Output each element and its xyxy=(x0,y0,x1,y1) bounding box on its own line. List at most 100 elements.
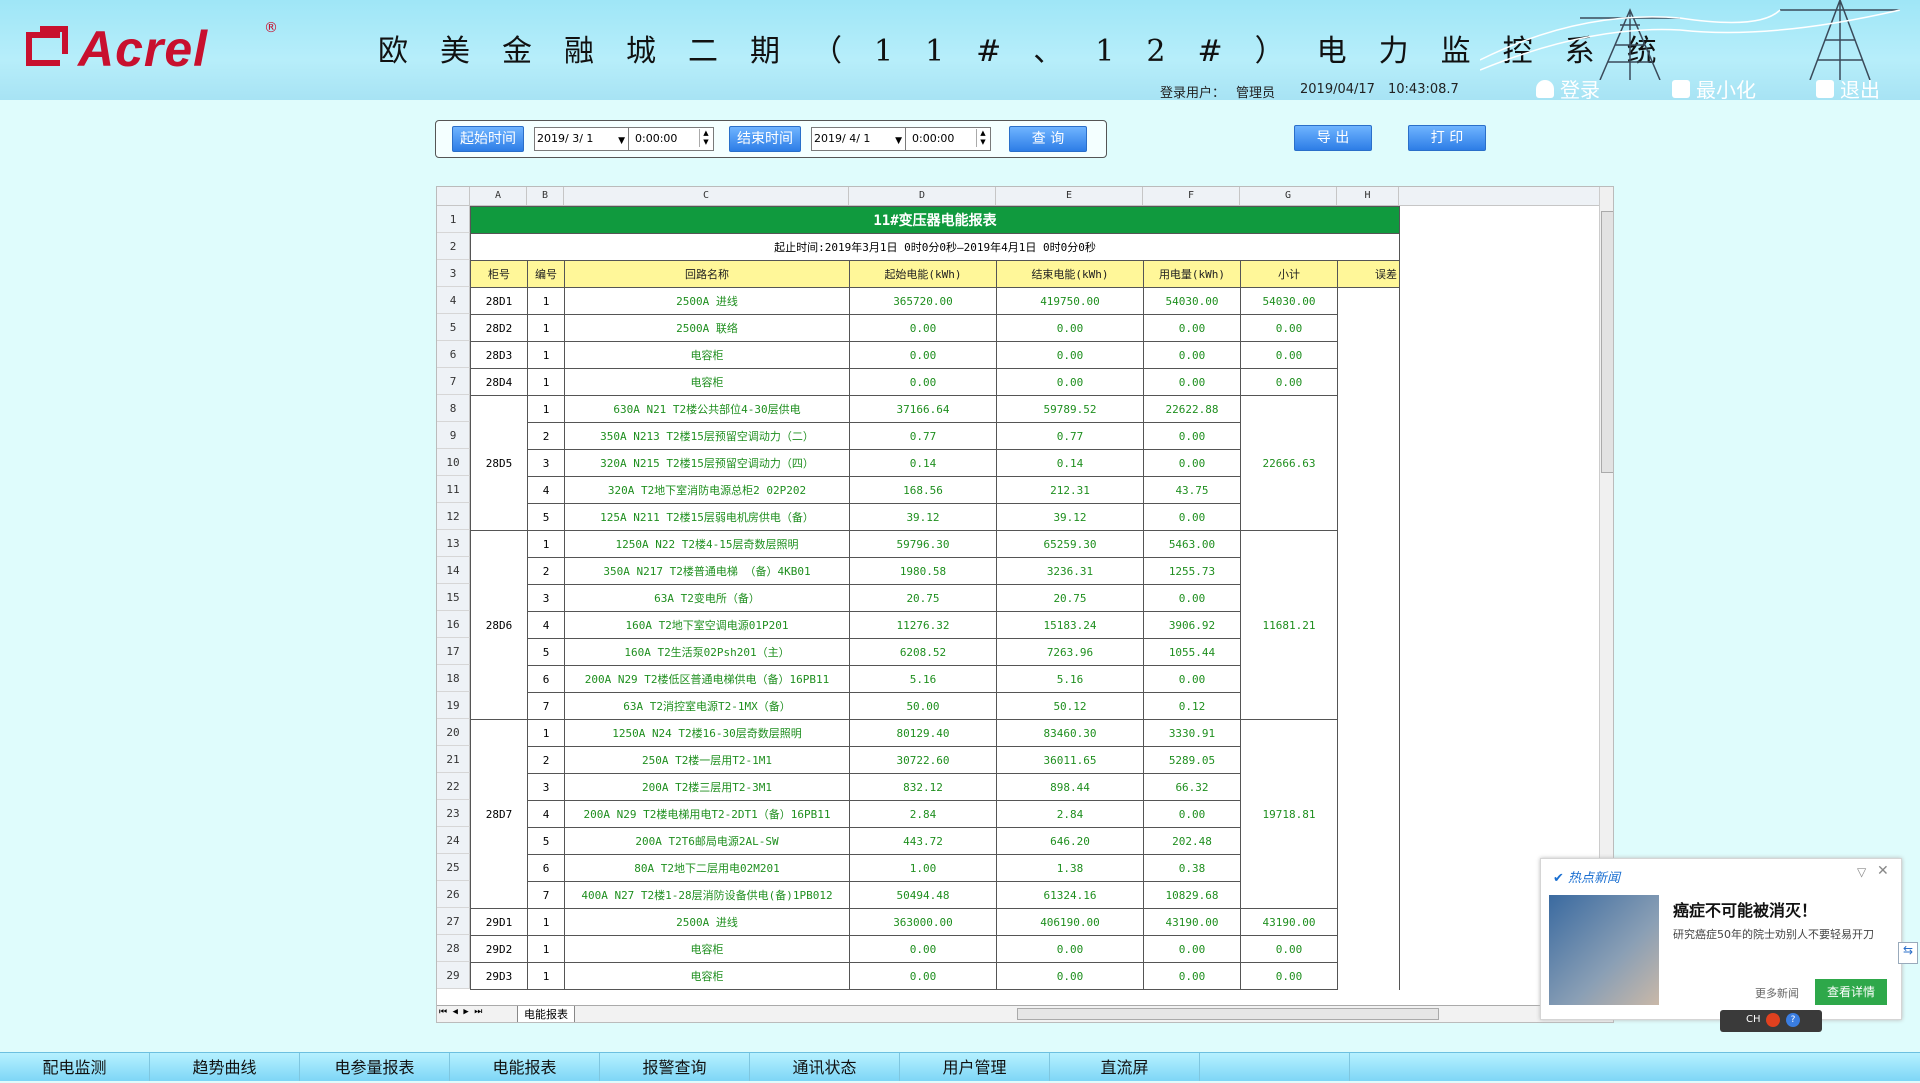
circuit-name[interactable]: 2500A 进线 xyxy=(564,287,850,315)
start-energy[interactable]: 0.14 xyxy=(849,449,997,477)
circuit-number[interactable]: 2 xyxy=(527,422,565,450)
circuit-number[interactable]: 3 xyxy=(527,773,565,801)
start-energy[interactable]: 37166.64 xyxy=(849,395,997,423)
circuit-number[interactable]: 1 xyxy=(527,530,565,558)
circuit-name[interactable]: 160A T2地下室空调电源01P201 xyxy=(564,611,850,639)
column-title[interactable]: 回路名称 xyxy=(564,260,850,288)
row-number[interactable]: 13 xyxy=(437,530,470,557)
column-title[interactable]: 柜号 xyxy=(470,260,528,288)
energy-usage[interactable]: 1055.44 xyxy=(1143,638,1241,666)
news-popup[interactable]: ✔ 热点新闻 ▽ ✕ 癌症不可能被消灭！ 研究癌症50年的院士劝别人不要轻易开刀… xyxy=(1540,858,1902,1020)
end-energy[interactable]: 2.84 xyxy=(996,800,1144,828)
end-energy[interactable]: 15183.24 xyxy=(996,611,1144,639)
circuit-number[interactable]: 5 xyxy=(527,638,565,666)
energy-usage[interactable]: 0.00 xyxy=(1143,503,1241,531)
start-energy[interactable]: 80129.40 xyxy=(849,719,997,747)
end-energy[interactable]: 20.75 xyxy=(996,584,1144,612)
period-row[interactable]: 起止时间:2019年3月1日 0时0分0秒—2019年4月1日 0时0分0秒 xyxy=(470,233,1400,261)
cabinet-id[interactable]: 28D7 xyxy=(470,719,528,909)
start-energy[interactable]: 0.00 xyxy=(849,962,997,990)
circuit-name[interactable]: 80A T2地下二层用电02M201 xyxy=(564,854,850,882)
table-row[interactable]: 29D1 1 2500A 进线 363000.00 406190.00 43190.00 4… xyxy=(470,908,1400,936)
column-title[interactable]: 误差 xyxy=(1337,260,1400,288)
end-energy[interactable]: 0.00 xyxy=(996,935,1144,963)
nav-item[interactable]: 配电监测 xyxy=(0,1053,150,1081)
error-cell[interactable] xyxy=(1337,287,1400,990)
row-number[interactable]: 21 xyxy=(437,746,470,773)
circuit-number[interactable]: 2 xyxy=(527,746,565,774)
row-number[interactable]: 14 xyxy=(437,557,470,584)
row-number[interactable]: 18 xyxy=(437,665,470,692)
circuit-number[interactable]: 1 xyxy=(527,314,565,342)
view-details-button[interactable]: 查看详情 xyxy=(1815,979,1887,1005)
exit-button[interactable]: 退出 xyxy=(1816,74,1880,100)
cabinet-id[interactable]: 28D3 xyxy=(470,341,528,369)
circuit-number[interactable]: 1 xyxy=(527,935,565,963)
ime-lang[interactable]: CH xyxy=(1746,1014,1761,1025)
subtotal[interactable]: 43190.00 xyxy=(1240,908,1338,936)
circuit-name[interactable]: 200A T2楼三层用T2-3M1 xyxy=(564,773,850,801)
circuit-name[interactable]: 1250A N22 T2楼4-15层奇数层照明 xyxy=(564,530,850,558)
end-date-picker[interactable]: 2019/ 4/ 1 ▼ xyxy=(811,127,907,151)
circuit-number[interactable]: 4 xyxy=(527,476,565,504)
row-number[interactable]: 24 xyxy=(437,827,470,854)
circuit-name[interactable]: 125A N211 T2楼15层弱电机房供电（备） xyxy=(564,503,850,531)
circuit-number[interactable]: 3 xyxy=(527,449,565,477)
row-number[interactable]: 16 xyxy=(437,611,470,638)
sheet-nav-icons[interactable]: ⏮ ◀ ▶ ⏭ xyxy=(439,1007,482,1017)
column-header[interactable]: D xyxy=(849,187,996,205)
start-energy[interactable]: 59796.30 xyxy=(849,530,997,558)
header-row[interactable]: 柜号 编号 回路名称 起始电能(kWh) 结束电能(kWh) 用电量(kWh) 小计 误差 xyxy=(470,260,1400,288)
end-energy[interactable]: 646.20 xyxy=(996,827,1144,855)
start-energy[interactable]: 0.77 xyxy=(849,422,997,450)
report-title[interactable]: 11#变压器电能报表 xyxy=(470,206,1400,234)
circuit-number[interactable]: 4 xyxy=(527,611,565,639)
circuit-name[interactable]: 200A T2T6邮局电源2AL-SW xyxy=(564,827,850,855)
row-number[interactable]: 2 xyxy=(437,233,470,260)
circuit-name[interactable]: 350A N217 T2楼普通电梯 （备）4KB01 xyxy=(564,557,850,585)
circuit-name[interactable]: 2500A 联络 xyxy=(564,314,850,342)
scroll-thumb[interactable] xyxy=(1601,211,1613,473)
circuit-number[interactable]: 4 xyxy=(527,800,565,828)
circuit-name[interactable]: 2500A 进线 xyxy=(564,908,850,936)
column-header[interactable]: A xyxy=(470,187,527,205)
table-row[interactable]: 28D7 1 1250A N24 T2楼16-30层奇数层照明 80129.40 834… xyxy=(470,719,1400,909)
row-number[interactable]: 12 xyxy=(437,503,470,530)
spin-arrows-icon[interactable]: ▲ ▼ xyxy=(976,129,989,147)
start-energy[interactable]: 0.00 xyxy=(849,368,997,396)
start-energy[interactable]: 2.84 xyxy=(849,800,997,828)
circuit-name[interactable]: 250A T2楼一层用T2-1M1 xyxy=(564,746,850,774)
end-energy[interactable]: 59789.52 xyxy=(996,395,1144,423)
end-energy[interactable]: 0.00 xyxy=(996,962,1144,990)
energy-usage[interactable]: 22622.88 xyxy=(1143,395,1241,423)
cabinet-id[interactable]: 29D1 xyxy=(470,908,528,936)
table-row[interactable]: 29D3 1 电容柜 0.00 0.00 0.00 0.00 xyxy=(470,962,1400,990)
start-energy[interactable]: 1980.58 xyxy=(849,557,997,585)
row-number[interactable]: 26 xyxy=(437,881,470,908)
export-button[interactable]: 导 出 xyxy=(1294,125,1372,151)
start-energy[interactable]: 20.75 xyxy=(849,584,997,612)
energy-usage[interactable]: 0.38 xyxy=(1143,854,1241,882)
end-energy[interactable]: 0.00 xyxy=(996,368,1144,396)
row-number[interactable]: 6 xyxy=(437,341,470,368)
subtotal[interactable]: 0.00 xyxy=(1240,935,1338,963)
more-news-link[interactable]: 更多新闻 xyxy=(1755,985,1799,1001)
row-number[interactable]: 9 xyxy=(437,422,470,449)
end-energy[interactable]: 0.14 xyxy=(996,449,1144,477)
column-header[interactable]: E xyxy=(996,187,1143,205)
cabinet-id[interactable]: 29D2 xyxy=(470,935,528,963)
energy-usage[interactable]: 43190.00 xyxy=(1143,908,1241,936)
row-number[interactable]: 29 xyxy=(437,962,470,989)
end-energy[interactable]: 61324.16 xyxy=(996,881,1144,909)
start-energy[interactable]: 1.00 xyxy=(849,854,997,882)
table-row[interactable]: 28D2 1 2500A 联络 0.00 0.00 0.00 0.00 xyxy=(470,314,1400,342)
end-energy[interactable]: 50.12 xyxy=(996,692,1144,720)
row-number[interactable]: 1 xyxy=(437,206,470,233)
energy-usage[interactable]: 54030.00 xyxy=(1143,287,1241,315)
cabinet-id[interactable]: 28D5 xyxy=(470,395,528,531)
row-number[interactable]: 15 xyxy=(437,584,470,611)
energy-usage[interactable]: 0.00 xyxy=(1143,935,1241,963)
energy-usage[interactable]: 0.00 xyxy=(1143,584,1241,612)
column-title[interactable]: 小计 xyxy=(1240,260,1338,288)
start-energy[interactable]: 832.12 xyxy=(849,773,997,801)
